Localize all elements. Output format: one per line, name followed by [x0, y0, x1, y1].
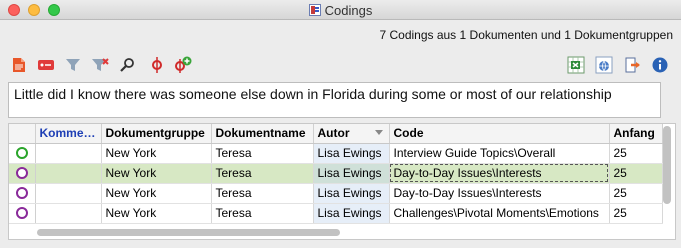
- table-header: Komme… Dokumentgruppe Dokumentname Autor…: [9, 124, 663, 144]
- column-header-document-group[interactable]: Dokumentgruppe: [101, 124, 212, 144]
- coding-status-circle-icon: [15, 207, 28, 219]
- tag-icon[interactable]: [37, 56, 55, 74]
- code-cell: Day-to-Day Issues\Interests: [389, 183, 610, 204]
- start-cell: 25: [609, 183, 663, 204]
- comment-cell[interactable]: [35, 143, 102, 164]
- horizontal-scrollbar[interactable]: [37, 229, 340, 236]
- document-name-cell: Teresa: [211, 183, 314, 204]
- start-cell: 25: [609, 163, 663, 184]
- start-cell: 25: [609, 203, 663, 224]
- info-icon[interactable]: [651, 56, 669, 74]
- author-cell: Lisa Ewings: [313, 203, 390, 224]
- column-header-document-name[interactable]: Dokumentname: [211, 124, 314, 144]
- table-row[interactable]: New York Teresa Lisa Ewings Challenges\P…: [9, 203, 663, 224]
- document-group-cell: New York: [101, 203, 212, 224]
- search-icon[interactable]: [118, 56, 136, 74]
- code-cell-focused[interactable]: Day-to-Day Issues\Interests: [389, 163, 610, 184]
- coding-status-circle-icon: [15, 167, 28, 179]
- coding-indicator-cell: [9, 163, 36, 184]
- excel-export-icon[interactable]: [567, 56, 585, 74]
- column-header-author[interactable]: Autor: [313, 124, 390, 144]
- title-bar: Codings: [0, 0, 681, 20]
- column-header-indicator[interactable]: [9, 124, 36, 144]
- author-header-label: Autor: [317, 126, 350, 141]
- table-row[interactable]: New York Teresa Lisa Ewings Day-to-Day I…: [9, 183, 663, 204]
- document-name-cell: Teresa: [211, 203, 314, 224]
- document-group-cell: New York: [101, 143, 212, 164]
- coding-status-circle-icon: [15, 187, 28, 199]
- coding-indicator-cell: [9, 203, 36, 224]
- node-icon[interactable]: [148, 56, 166, 74]
- column-header-code[interactable]: Code: [389, 124, 610, 144]
- coding-app-icon: [308, 4, 321, 16]
- author-cell: Lisa Ewings: [313, 183, 390, 204]
- code-cell: Challenges\Pivotal Moments\Emotions: [389, 203, 610, 224]
- coding-status-circle-icon: [15, 147, 28, 159]
- vertical-scrollbar[interactable]: [663, 126, 671, 204]
- web-export-icon[interactable]: [595, 56, 613, 74]
- document-icon[interactable]: [10, 56, 28, 74]
- comment-cell[interactable]: [35, 163, 102, 184]
- comment-cell[interactable]: [35, 183, 102, 204]
- author-cell: Lisa Ewings: [313, 143, 390, 164]
- table-row-selected[interactable]: New York Teresa Lisa Ewings Day-to-Day I…: [9, 163, 663, 184]
- document-group-cell: New York: [101, 163, 212, 184]
- window-title: Codings: [0, 3, 681, 18]
- column-header-start[interactable]: Anfang: [609, 124, 663, 144]
- comment-cell[interactable]: [35, 203, 102, 224]
- node-add-icon[interactable]: [174, 56, 192, 74]
- document-name-cell: Teresa: [211, 163, 314, 184]
- exit-export-icon[interactable]: [624, 56, 642, 74]
- start-cell: 25: [609, 143, 663, 164]
- author-cell: Lisa Ewings: [313, 163, 390, 184]
- coding-indicator-cell: [9, 143, 36, 164]
- coding-summary: 7 Codings aus 1 Dokumenten und 1 Dokumen…: [379, 28, 673, 42]
- document-name-cell: Teresa: [211, 143, 314, 164]
- column-header-comment[interactable]: Komme…: [35, 124, 102, 144]
- filter-clear-icon[interactable]: [91, 56, 109, 74]
- codings-table: Komme… Dokumentgruppe Dokumentname Autor…: [8, 123, 676, 240]
- window-title-text: Codings: [324, 3, 373, 18]
- table-row[interactable]: New York Teresa Lisa Ewings Interview Gu…: [9, 143, 663, 164]
- document-group-cell: New York: [101, 183, 212, 204]
- code-cell: Interview Guide Topics\Overall: [389, 143, 610, 164]
- coding-indicator-cell: [9, 183, 36, 204]
- coded-segment-preview: Little did I know there was someone else…: [8, 82, 661, 118]
- filter-icon[interactable]: [64, 56, 82, 74]
- sort-descending-icon: [374, 130, 383, 135]
